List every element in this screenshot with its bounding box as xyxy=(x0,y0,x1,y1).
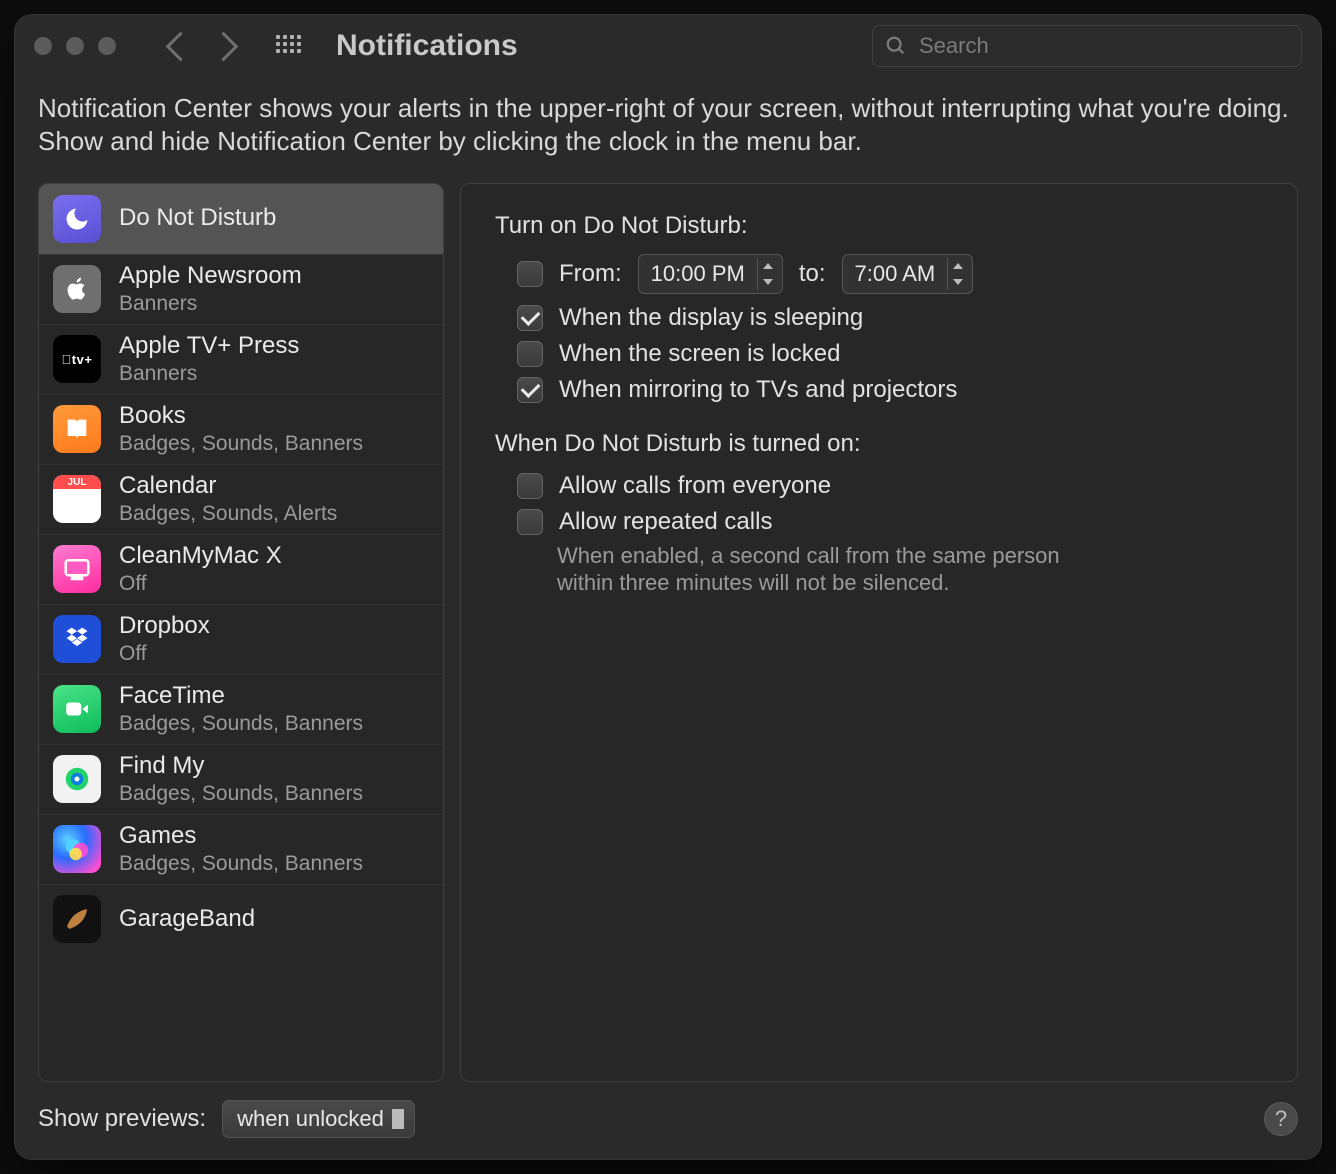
sidebar-item-label: Do Not Disturb xyxy=(119,205,276,231)
allow-everyone-label: Allow calls from everyone xyxy=(559,472,831,500)
cmm-icon xyxy=(53,545,101,593)
sidebar-item-books[interactable]: Books Badges, Sounds, Banners xyxy=(39,394,443,464)
sidebar-item-subtitle: Badges, Sounds, Banners xyxy=(119,432,363,455)
dnd-sleeping-checkbox[interactable] xyxy=(517,305,543,331)
intro-text: Notification Center shows your alerts in… xyxy=(14,78,1322,167)
sidebar-item-facetime[interactable]: FaceTime Badges, Sounds, Banners xyxy=(39,674,443,744)
turn-on-dnd-header: Turn on Do Not Disturb: xyxy=(495,212,1263,240)
dnd-to-time-field[interactable]: 7:00 AM xyxy=(842,254,974,294)
search-input[interactable] xyxy=(917,32,1289,60)
allow-repeated-note: When enabled, a second call from the sam… xyxy=(557,542,1117,597)
footer: Show previews: when unlocked ? xyxy=(14,1082,1322,1160)
forward-button[interactable] xyxy=(209,31,239,61)
sidebar-item-label: FaceTime xyxy=(119,683,363,709)
show-all-icon[interactable] xyxy=(276,35,298,57)
sidebar-item-label: Apple Newsroom xyxy=(119,263,302,289)
allow-repeated-label: Allow repeated calls xyxy=(559,508,772,536)
apple-icon xyxy=(53,265,101,313)
sidebar-item-do-not-disturb[interactable]: Do Not Disturb xyxy=(39,184,443,254)
to-label: to: xyxy=(799,260,826,288)
titlebar: Notifications xyxy=(14,14,1322,78)
sidebar-item-garageband[interactable]: GarageBand xyxy=(39,884,443,954)
show-previews-select[interactable]: when unlocked xyxy=(222,1100,415,1138)
search-icon xyxy=(885,35,907,57)
app-sidebar: Do Not Disturb Apple Newsroom Banners tv+ A… xyxy=(38,183,444,1082)
dropbox-icon xyxy=(53,615,101,663)
help-button[interactable]: ? xyxy=(1264,1102,1298,1136)
sidebar-item-subtitle: Badges, Sounds, Alerts xyxy=(119,502,337,525)
sidebar-item-label: Find My xyxy=(119,753,363,779)
dnd-to-time-value: 7:00 AM xyxy=(855,261,936,287)
sidebar-item-find-my[interactable]: Find My Badges, Sounds, Banners xyxy=(39,744,443,814)
select-arrows-icon xyxy=(392,1105,406,1133)
sidebar-item-label: Dropbox xyxy=(119,613,210,639)
search-field[interactable] xyxy=(872,25,1302,67)
tvplus-icon: tv+ xyxy=(53,335,101,383)
sidebar-item-label: CleanMyMac X xyxy=(119,543,282,569)
sidebar-item-label: Calendar xyxy=(119,473,337,499)
dnd-from-checkbox[interactable] xyxy=(517,261,543,287)
calendar-icon: JUL17 xyxy=(53,475,101,523)
dnd-locked-label: When the screen is locked xyxy=(559,340,840,368)
from-time-stepper[interactable] xyxy=(757,258,778,290)
findmy-icon xyxy=(53,755,101,803)
books-icon xyxy=(53,405,101,453)
dnd-from-row: From: 10:00 PM to: 7:00 AM xyxy=(517,254,1263,294)
sidebar-item-apple-newsroom[interactable]: Apple Newsroom Banners xyxy=(39,254,443,324)
traffic-lights xyxy=(34,37,116,55)
preferences-window: Notifications Notification Center shows … xyxy=(14,14,1322,1160)
dnd-from-time-field[interactable]: 10:00 PM xyxy=(638,254,783,294)
games-icon xyxy=(53,825,101,873)
sidebar-item-subtitle: Badges, Sounds, Banners xyxy=(119,782,363,805)
dnd-mirroring-checkbox[interactable] xyxy=(517,377,543,403)
sidebar-item-subtitle: Banners xyxy=(119,362,299,385)
dnd-sleeping-label: When the display is sleeping xyxy=(559,304,863,332)
sidebar-item-label: Apple TV+ Press xyxy=(119,333,299,359)
sidebar-item-subtitle: Off xyxy=(119,642,210,665)
close-window-button[interactable] xyxy=(34,37,52,55)
dnd-settings-panel: Turn on Do Not Disturb: From: 10:00 PM t… xyxy=(460,183,1298,1082)
page-title: Notifications xyxy=(336,29,518,63)
zoom-window-button[interactable] xyxy=(98,37,116,55)
when-dnd-on-header: When Do Not Disturb is turned on: xyxy=(495,430,1263,458)
sidebar-item-apple-tv-press[interactable]: tv+ Apple TV+ Press Banners xyxy=(39,324,443,394)
back-button[interactable] xyxy=(166,31,196,61)
sidebar-item-subtitle: Badges, Sounds, Banners xyxy=(119,712,363,735)
garageband-icon xyxy=(53,895,101,943)
nav-arrows xyxy=(170,36,234,57)
sidebar-item-subtitle: Badges, Sounds, Banners xyxy=(119,852,363,875)
show-previews-label: Show previews: xyxy=(38,1105,206,1133)
sidebar-item-cleanmymac-x[interactable]: CleanMyMac X Off xyxy=(39,534,443,604)
dnd-mirroring-label: When mirroring to TVs and projectors xyxy=(559,376,957,404)
moon-icon xyxy=(53,195,101,243)
minimize-window-button[interactable] xyxy=(66,37,84,55)
sidebar-item-games[interactable]: Games Badges, Sounds, Banners xyxy=(39,814,443,884)
sidebar-item-subtitle: Off xyxy=(119,572,282,595)
from-label: From: xyxy=(559,260,622,288)
sidebar-item-label: GarageBand xyxy=(119,906,255,932)
sidebar-item-label: Games xyxy=(119,823,363,849)
to-time-stepper[interactable] xyxy=(947,258,968,290)
allow-everyone-checkbox[interactable] xyxy=(517,473,543,499)
allow-repeated-checkbox[interactable] xyxy=(517,509,543,535)
sidebar-item-subtitle: Banners xyxy=(119,292,302,315)
dnd-locked-checkbox[interactable] xyxy=(517,341,543,367)
dnd-from-time-value: 10:00 PM xyxy=(651,261,745,287)
sidebar-item-label: Books xyxy=(119,403,363,429)
show-previews-value: when unlocked xyxy=(237,1106,384,1132)
sidebar-item-calendar[interactable]: JUL17 Calendar Badges, Sounds, Alerts xyxy=(39,464,443,534)
sidebar-item-dropbox[interactable]: Dropbox Off xyxy=(39,604,443,674)
facetime-icon xyxy=(53,685,101,733)
